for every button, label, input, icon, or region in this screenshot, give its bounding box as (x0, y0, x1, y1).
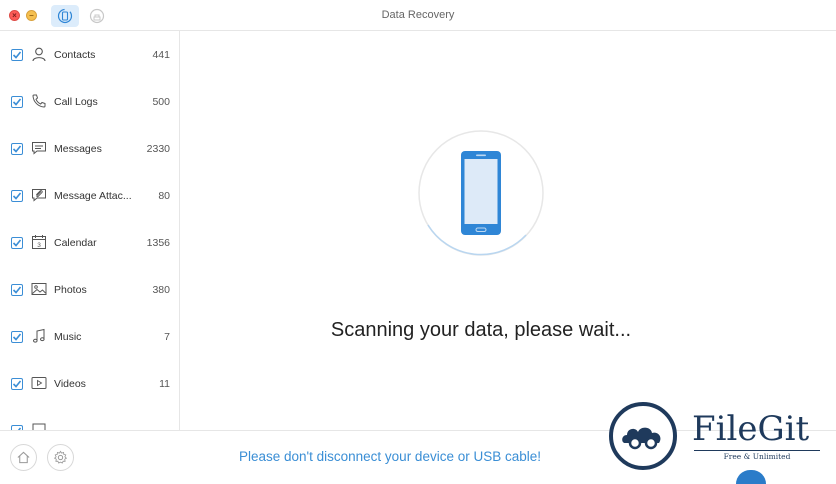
sidebar-item-music[interactable]: Music 7 (0, 313, 179, 360)
disconnect-warning: Please don't disconnect your device or U… (239, 449, 541, 464)
checkmark-icon (12, 239, 22, 247)
item-count: 500 (152, 96, 170, 108)
app-window: × – Data Recovery Contacts 441 Call Logs… (0, 0, 836, 484)
checkbox[interactable] (11, 49, 23, 61)
checkbox[interactable] (11, 143, 23, 155)
calendar-icon: 3 (32, 235, 46, 249)
item-icon (32, 423, 46, 430)
sidebar-item-message-attachments[interactable]: Message Attac... 80 (0, 172, 179, 219)
checkbox[interactable] (11, 331, 23, 343)
checkbox[interactable] (11, 378, 23, 390)
sidebar-item-label: Contacts (54, 49, 96, 61)
home-button[interactable] (10, 444, 37, 471)
watermark-subtitle: Free & Unlimited (723, 452, 791, 461)
item-count: 1356 (146, 237, 170, 249)
sidebar-item-label: Videos (54, 378, 86, 390)
sidebar-item-label: Music (54, 331, 82, 343)
sidebar-item-photos[interactable]: Photos 380 (0, 266, 179, 313)
watermark-title: FileGit (692, 409, 810, 449)
scan-progress-ring (418, 130, 544, 256)
checkmark-icon (12, 286, 22, 294)
checkbox[interactable] (11, 284, 23, 296)
attachment-icon (32, 189, 46, 202)
phone-icon (32, 94, 46, 108)
scan-panel: Scanning your data, please wait... (181, 31, 836, 430)
item-count: 380 (152, 284, 170, 296)
sidebar-item-contacts[interactable]: Contacts 441 (0, 31, 179, 78)
checkmark-icon (12, 333, 22, 341)
checkmark-icon (12, 380, 22, 388)
phone-device-icon (461, 151, 501, 235)
home-icon (17, 451, 30, 464)
sidebar-item-calendar[interactable]: 3 Calendar 1356 (0, 219, 179, 266)
sidebar-item-call-logs[interactable]: Call Logs 500 (0, 78, 179, 125)
filegit-logo (609, 402, 677, 470)
checkbox[interactable] (11, 190, 23, 202)
checkmark-icon (12, 192, 22, 200)
checkmark-icon (12, 98, 22, 106)
video-icon (31, 377, 47, 389)
sidebar-item-videos[interactable]: Videos 11 (0, 360, 179, 407)
checkmark-icon (12, 145, 22, 153)
item-count: 441 (152, 49, 170, 61)
checkmark-icon (12, 51, 22, 59)
sidebar-item-label: Messages (54, 143, 102, 155)
sidebar-item-messages[interactable]: Messages 2330 (0, 125, 179, 172)
item-count: 11 (159, 378, 170, 390)
watermark-divider (694, 450, 820, 451)
sidebar-item-label: Calendar (54, 237, 97, 249)
photo-icon (31, 283, 47, 295)
sidebar-item-partial[interactable] (0, 407, 179, 430)
item-count: 7 (164, 331, 170, 343)
gear-icon (53, 450, 68, 464)
item-count: 80 (158, 190, 170, 202)
sidebar-item-label: Message Attac... (54, 190, 132, 202)
settings-button[interactable] (47, 444, 74, 471)
contact-icon (32, 47, 46, 62)
svg-text:3: 3 (37, 242, 41, 249)
sidebar-item-label: Photos (54, 284, 87, 296)
scan-status-text: Scanning your data, please wait... (330, 319, 632, 341)
category-sidebar: Contacts 441 Call Logs 500 Messages 2330 (0, 31, 180, 430)
checkbox[interactable] (11, 96, 23, 108)
title-bar: × – Data Recovery (0, 0, 836, 31)
sidebar-item-label: Call Logs (54, 96, 98, 108)
message-icon (32, 142, 46, 155)
window-title: Data Recovery (381, 9, 455, 21)
item-count: 2330 (146, 143, 170, 155)
music-icon (33, 328, 45, 343)
checkbox[interactable] (11, 237, 23, 249)
